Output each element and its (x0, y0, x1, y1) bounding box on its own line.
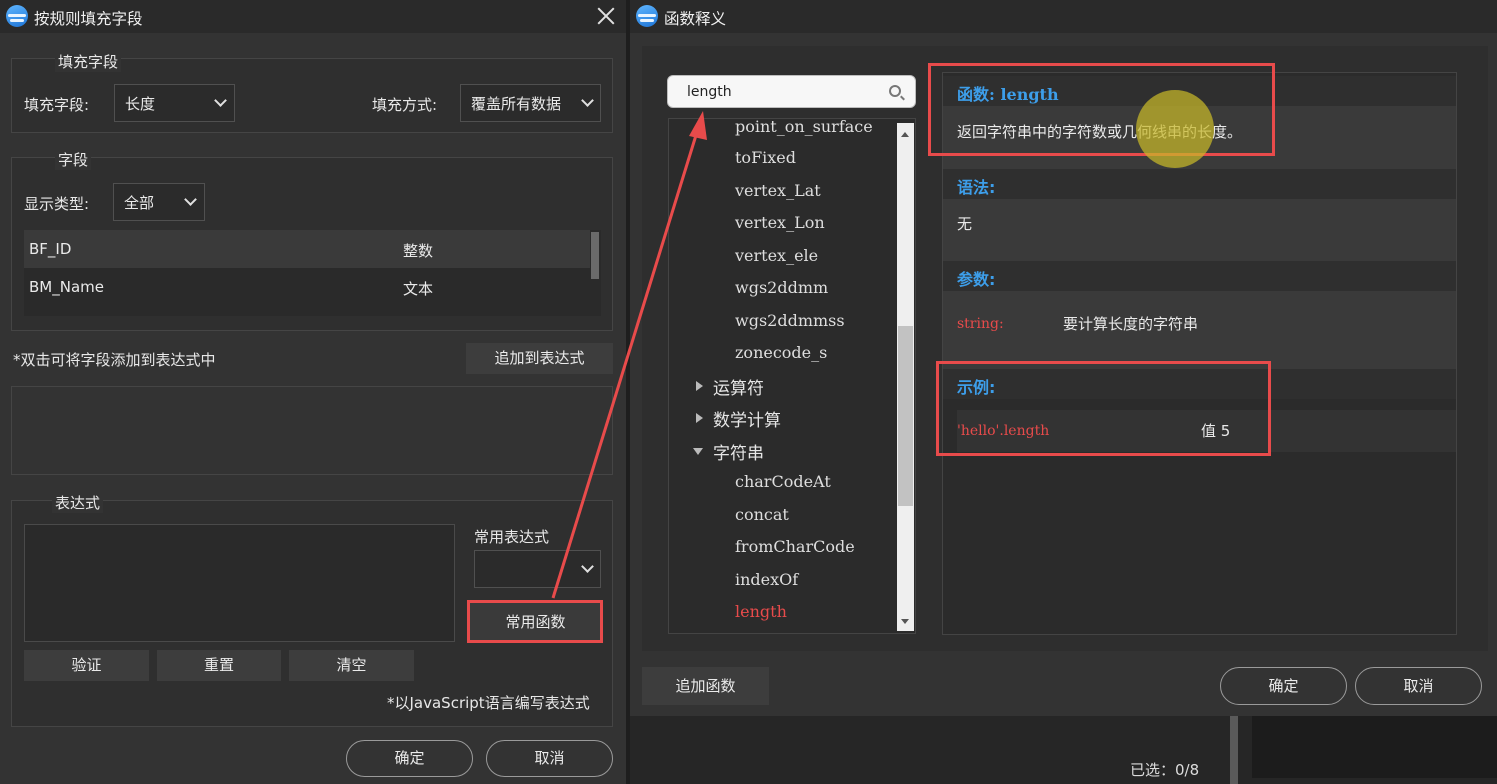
annotation-arrow (551, 111, 707, 599)
